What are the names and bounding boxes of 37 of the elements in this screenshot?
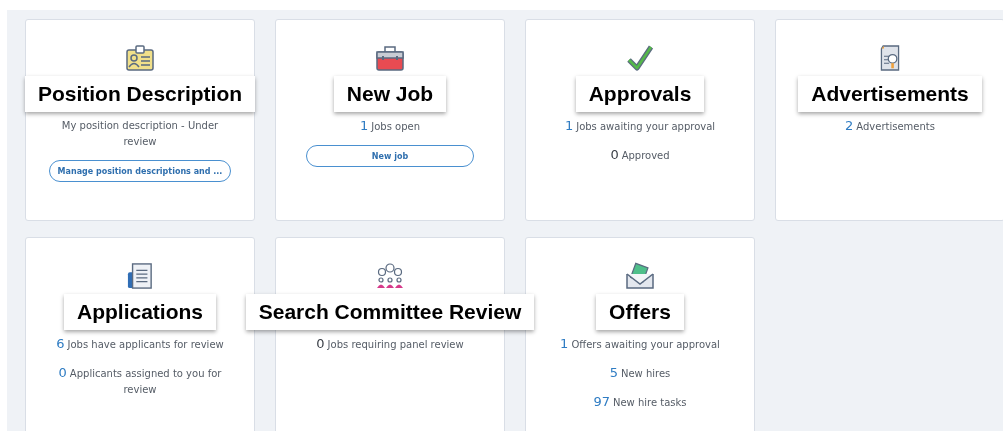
count-link[interactable]: 97 — [593, 394, 610, 409]
checkmark-icon — [626, 44, 654, 72]
card-title: Position Description — [24, 76, 256, 112]
stat-label: New hire tasks — [612, 397, 687, 408]
count-link[interactable]: 2 — [845, 118, 854, 133]
stat-label: Jobs awaiting your approval — [576, 121, 716, 132]
envelope-icon — [625, 262, 655, 290]
count-link[interactable]: 1 — [560, 336, 569, 351]
toolbox-icon — [376, 44, 404, 72]
count-link[interactable]: 0 — [58, 365, 67, 380]
count-link[interactable]: 6 — [56, 336, 65, 351]
stat-label: Applicants assigned to you for review — [69, 368, 222, 395]
stat-label: Advertisements — [856, 121, 935, 132]
card-title: Offers — [596, 294, 684, 330]
count-link[interactable]: 5 — [609, 365, 618, 380]
card-title: New Job — [333, 76, 447, 112]
stat-label: Jobs open — [371, 121, 420, 132]
count-text: 0 — [316, 336, 325, 351]
card-title: Approvals — [575, 76, 705, 112]
count-text: 0 — [610, 147, 619, 162]
card-title: Advertisements — [798, 76, 982, 112]
stat-label: Jobs requiring panel review — [327, 339, 464, 350]
card-title: Applications — [64, 294, 216, 330]
document-icon — [127, 262, 153, 290]
action-button[interactable]: New job — [306, 145, 474, 167]
id-badge-icon — [126, 44, 154, 72]
group-discussion-icon — [375, 262, 405, 290]
stat-label: My position description - Under review — [61, 120, 219, 147]
stat-label: Jobs have applicants for review — [67, 339, 224, 350]
card-title: Search Committee Review — [245, 294, 535, 330]
count-link[interactable]: 1 — [564, 118, 574, 133]
count-link[interactable]: 1 — [359, 118, 369, 133]
stat-label: Offers awaiting your approval — [571, 339, 720, 350]
stat-label: Approved — [621, 150, 670, 161]
document-search-icon — [878, 44, 902, 72]
stat-label: New hires — [620, 368, 671, 379]
action-button[interactable]: Manage position descriptions and ... — [48, 160, 232, 182]
